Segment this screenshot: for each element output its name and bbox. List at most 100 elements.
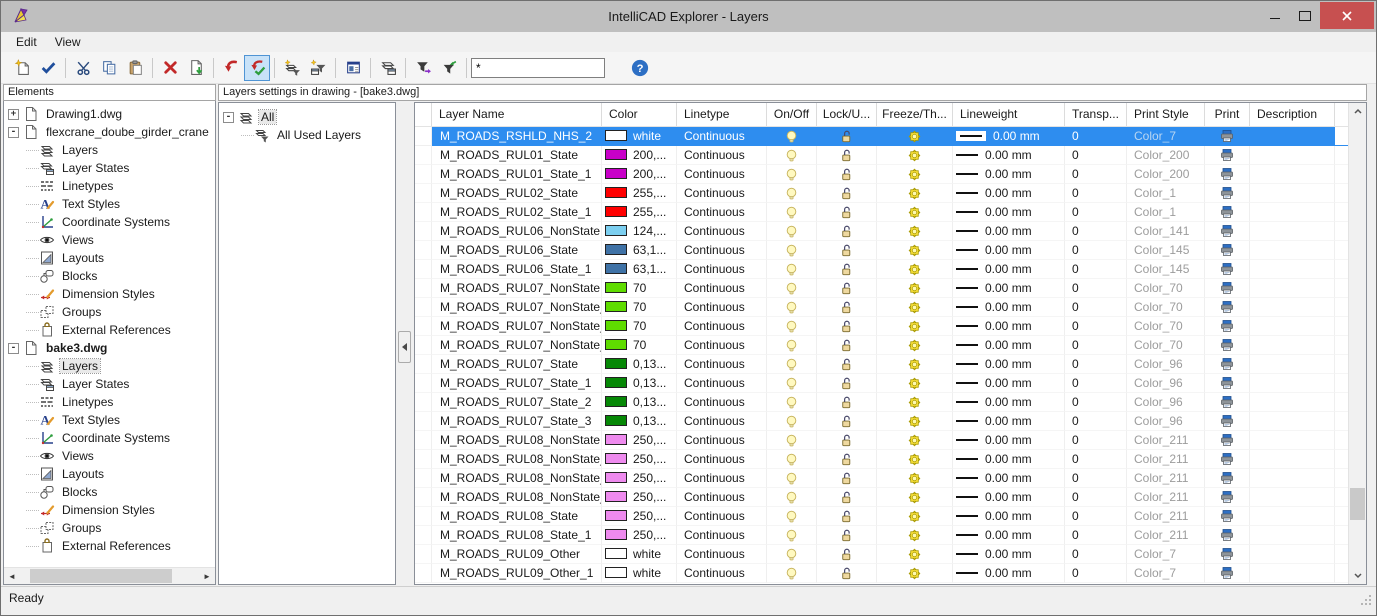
- menu-item-edit[interactable]: Edit: [7, 33, 46, 51]
- lineweight-cell[interactable]: 0.00 mm: [953, 431, 1065, 450]
- description-cell[interactable]: [1250, 279, 1335, 298]
- freeze-toggle-cell[interactable]: [877, 488, 953, 507]
- transparency-cell[interactable]: 0: [1065, 431, 1127, 450]
- layer-color-cell[interactable]: 255,...: [602, 184, 677, 203]
- layer-name-cell[interactable]: M_ROADS_RUL08_NonState_2: [432, 469, 602, 488]
- freeze-toggle-cell[interactable]: [877, 431, 953, 450]
- splitter-collapse-button[interactable]: [398, 331, 411, 363]
- freeze-toggle-cell[interactable]: [877, 298, 953, 317]
- elements-tree-item[interactable]: AText Styles: [4, 195, 215, 213]
- transparency-cell[interactable]: 0: [1065, 336, 1127, 355]
- lineweight-cell[interactable]: 0.00 mm: [953, 222, 1065, 241]
- elements-tree-item[interactable]: Layer States: [4, 159, 215, 177]
- elements-tree-item[interactable]: Coordinate Systems: [4, 213, 215, 231]
- print-toggle-cell[interactable]: [1205, 279, 1250, 298]
- lineweight-cell[interactable]: 0.00 mm: [953, 374, 1065, 393]
- layer-row[interactable]: M_ROADS_RUL09_OtherwhiteContinuous0.00 m…: [415, 545, 1349, 564]
- lock-toggle-cell[interactable]: [817, 203, 877, 222]
- scroll-left-icon[interactable]: ◄: [4, 568, 20, 584]
- layer-row[interactable]: M_ROADS_RUL02_State_1255,...Continuous0.…: [415, 203, 1349, 222]
- column-header-freeze-th[interactable]: Freeze/Th...: [877, 103, 953, 126]
- lock-toggle-cell[interactable]: [817, 431, 877, 450]
- layer-color-cell[interactable]: white: [602, 564, 677, 583]
- layer-filter-item[interactable]: All Used Layers: [219, 126, 395, 144]
- layer-row[interactable]: M_ROADS_RUL08_NonState250,...Continuous0…: [415, 431, 1349, 450]
- onoff-toggle-cell[interactable]: [767, 241, 817, 260]
- lock-toggle-cell[interactable]: [817, 545, 877, 564]
- table-vertical-scrollbar[interactable]: [1348, 103, 1366, 584]
- onoff-toggle-cell[interactable]: [767, 488, 817, 507]
- description-cell[interactable]: [1250, 184, 1335, 203]
- lineweight-cell[interactable]: 0.00 mm: [953, 526, 1065, 545]
- freeze-toggle-cell[interactable]: [877, 374, 953, 393]
- print-toggle-cell[interactable]: [1205, 412, 1250, 431]
- linetype-cell[interactable]: Continuous: [677, 260, 767, 279]
- layer-row[interactable]: M_ROADS_RUL07_NonState_270Continuous0.00…: [415, 317, 1349, 336]
- lock-toggle-cell[interactable]: [817, 526, 877, 545]
- print-toggle-cell[interactable]: [1205, 146, 1250, 165]
- layer-color-cell[interactable]: 250,...: [602, 469, 677, 488]
- elements-tree-item[interactable]: Views: [4, 231, 215, 249]
- onoff-toggle-cell[interactable]: [767, 279, 817, 298]
- onoff-toggle-cell[interactable]: [767, 374, 817, 393]
- freeze-toggle-cell[interactable]: [877, 203, 953, 222]
- layer-row[interactable]: M_ROADS_RUL08_NonState_3250,...Continuou…: [415, 488, 1349, 507]
- layer-color-cell[interactable]: 0,13...: [602, 355, 677, 374]
- transparency-cell[interactable]: 0: [1065, 507, 1127, 526]
- transparency-cell[interactable]: 0: [1065, 222, 1127, 241]
- transparency-cell[interactable]: 0: [1065, 355, 1127, 374]
- lock-toggle-cell[interactable]: [817, 507, 877, 526]
- linetype-cell[interactable]: Continuous: [677, 336, 767, 355]
- scroll-down-icon[interactable]: [1349, 568, 1366, 584]
- onoff-toggle-cell[interactable]: [767, 507, 817, 526]
- layer-row[interactable]: M_ROADS_RSHLD_NHS_2whiteContinuous0.00 m…: [415, 127, 1349, 146]
- layer-name-cell[interactable]: M_ROADS_RUL08_NonState_3: [432, 488, 602, 507]
- elements-tree-item[interactable]: Groups: [4, 519, 215, 537]
- linetype-cell[interactable]: Continuous: [677, 279, 767, 298]
- freeze-toggle-cell[interactable]: [877, 526, 953, 545]
- description-cell[interactable]: [1250, 241, 1335, 260]
- elements-horizontal-scrollbar[interactable]: ◄ ►: [4, 567, 215, 584]
- lock-toggle-cell[interactable]: [817, 260, 877, 279]
- new-group-filter-button[interactable]: [305, 55, 331, 81]
- description-cell[interactable]: [1250, 488, 1335, 507]
- description-cell[interactable]: [1250, 545, 1335, 564]
- transparency-cell[interactable]: 0: [1065, 127, 1127, 146]
- layer-color-cell[interactable]: 0,13...: [602, 412, 677, 431]
- elements-tree-item[interactable]: External References: [4, 537, 215, 555]
- lineweight-cell[interactable]: 0.00 mm: [953, 469, 1065, 488]
- freeze-toggle-cell[interactable]: [877, 564, 953, 583]
- print-toggle-cell[interactable]: [1205, 526, 1250, 545]
- lock-toggle-cell[interactable]: [817, 355, 877, 374]
- transparency-cell[interactable]: 0: [1065, 469, 1127, 488]
- layer-color-cell[interactable]: 63,1...: [602, 241, 677, 260]
- apply-filter-button[interactable]: [436, 55, 462, 81]
- undo-button[interactable]: [218, 55, 244, 81]
- layer-row[interactable]: M_ROADS_RUL06_State63,1...Continuous0.00…: [415, 241, 1349, 260]
- column-header-color[interactable]: Color: [602, 103, 677, 126]
- print-toggle-cell[interactable]: [1205, 507, 1250, 526]
- transparency-cell[interactable]: 0: [1065, 260, 1127, 279]
- transparency-cell[interactable]: 0: [1065, 279, 1127, 298]
- linetype-cell[interactable]: Continuous: [677, 564, 767, 583]
- layer-color-cell[interactable]: 63,1...: [602, 260, 677, 279]
- layer-filter-input[interactable]: [471, 58, 605, 78]
- print-toggle-cell[interactable]: [1205, 564, 1250, 583]
- lock-toggle-cell[interactable]: [817, 412, 877, 431]
- freeze-toggle-cell[interactable]: [877, 450, 953, 469]
- lock-toggle-cell[interactable]: [817, 488, 877, 507]
- onoff-toggle-cell[interactable]: [767, 336, 817, 355]
- lineweight-cell[interactable]: 0.00 mm: [953, 260, 1065, 279]
- transparency-cell[interactable]: 0: [1065, 241, 1127, 260]
- print-toggle-cell[interactable]: [1205, 393, 1250, 412]
- elements-tree-item[interactable]: Linetypes: [4, 177, 215, 195]
- elements-tree-item[interactable]: Dimension Styles: [4, 285, 215, 303]
- layer-color-cell[interactable]: 255,...: [602, 203, 677, 222]
- print-toggle-cell[interactable]: [1205, 317, 1250, 336]
- layer-row[interactable]: M_ROADS_RUL08_NonState_2250,...Continuou…: [415, 469, 1349, 488]
- delete-button[interactable]: [157, 55, 183, 81]
- freeze-toggle-cell[interactable]: [877, 127, 953, 146]
- onoff-toggle-cell[interactable]: [767, 355, 817, 374]
- linetype-cell[interactable]: Continuous: [677, 393, 767, 412]
- description-cell[interactable]: [1250, 336, 1335, 355]
